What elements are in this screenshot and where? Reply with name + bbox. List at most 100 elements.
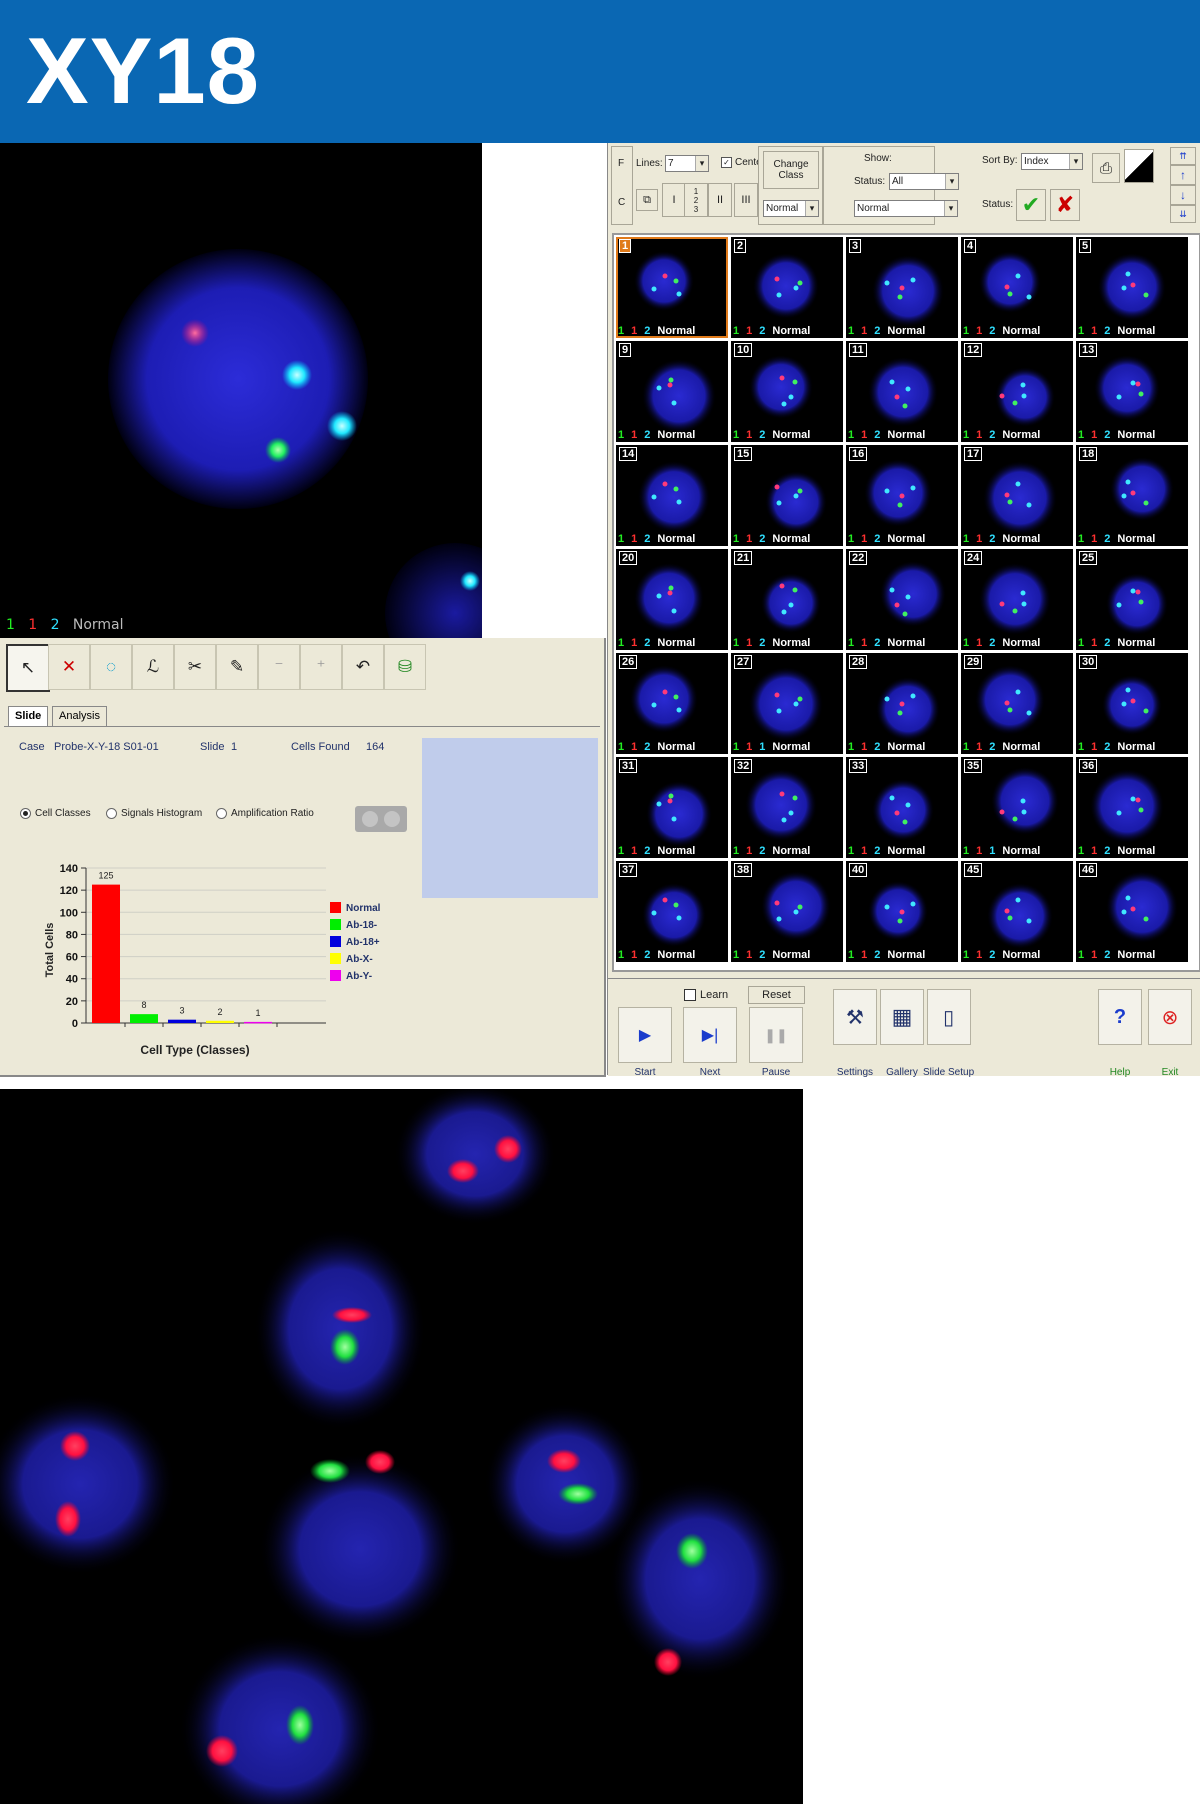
cell-status: Normal: [887, 429, 926, 441]
cell-signal-summary: 1 1 2 Normal: [848, 845, 925, 857]
cell-status: Normal: [1002, 325, 1041, 337]
layout-iii-button[interactable]: III: [734, 183, 758, 217]
settings-button[interactable]: ⚒ Settings: [833, 989, 877, 1078]
layout-123-button[interactable]: 123: [684, 183, 708, 217]
gallery-cell[interactable]: 27 1 1 1 Normal: [731, 653, 843, 754]
gallery-cell[interactable]: 3 1 1 2 Normal: [846, 237, 958, 338]
gallery-cell[interactable]: 1 1 1 2 Normal: [616, 237, 728, 338]
gallery-cell[interactable]: 15 1 1 2 Normal: [731, 445, 843, 546]
gallery-cell[interactable]: 33 1 1 2 Normal: [846, 757, 958, 858]
gallery-cell[interactable]: 11 1 1 2 Normal: [846, 341, 958, 442]
sort-by-select[interactable]: Index: [1021, 153, 1083, 170]
gallery-cell[interactable]: 18 1 1 2 Normal: [1076, 445, 1188, 546]
cell-status: Normal: [772, 845, 811, 857]
cell-status: Normal: [887, 325, 926, 337]
gallery-cell[interactable]: 28 1 1 2 Normal: [846, 653, 958, 754]
pencil-tool[interactable]: ✎: [216, 644, 258, 690]
layout-ii-button[interactable]: II: [708, 183, 732, 217]
remove-signal-tool[interactable]: ⁻: [258, 644, 300, 690]
gallery-cell[interactable]: 13 1 1 2 Normal: [1076, 341, 1188, 442]
next-button[interactable]: ▶| Next: [683, 1007, 737, 1078]
gallery-cell[interactable]: 9 1 1 2 Normal: [616, 341, 728, 442]
help-button[interactable]: ? Help: [1098, 989, 1142, 1078]
pointer-tool[interactable]: ↖: [6, 644, 50, 692]
aqua-count: 2: [644, 741, 651, 753]
cell-status: Normal: [887, 533, 926, 545]
add-signal-tool[interactable]: ⁺: [300, 644, 342, 690]
gallery-cell[interactable]: 10 1 1 2 Normal: [731, 341, 843, 442]
gallery-cell[interactable]: 38 1 1 2 Normal: [731, 861, 843, 962]
gallery-cell[interactable]: 5 1 1 2 Normal: [1076, 237, 1188, 338]
accept-button[interactable]: ✔: [1016, 189, 1046, 221]
aqua-count: 2: [759, 845, 766, 857]
start-button[interactable]: ▶ Start: [618, 1007, 672, 1078]
scroll-down-button[interactable]: ↓: [1170, 185, 1196, 205]
gallery-cell[interactable]: 22 1 1 2 Normal: [846, 549, 958, 650]
circle-tool[interactable]: ◌: [90, 644, 132, 690]
layout-i-button[interactable]: I: [662, 183, 686, 217]
stack-tool[interactable]: ⛁: [384, 644, 426, 690]
lasso-tool[interactable]: ℒ: [132, 644, 174, 690]
y-tick-label: 140: [60, 863, 78, 875]
radio-cell-classes[interactable]: Cell Classes: [20, 808, 91, 819]
red-count: 1: [861, 741, 868, 753]
cell-classes-chart: Total Cells Cell Type (Classes) 0 20 40 60 8…: [44, 863, 381, 1057]
scroll-up-button[interactable]: ↑: [1170, 165, 1196, 185]
red-count: 1: [746, 325, 753, 337]
print-button[interactable]: ⎙: [1092, 153, 1120, 183]
pencil-icon: ✎: [229, 657, 245, 676]
gallery-cell[interactable]: 36 1 1 2 Normal: [1076, 757, 1188, 858]
gallery-cell[interactable]: 45 1 1 2 Normal: [961, 861, 1073, 962]
contrast-button[interactable]: [1124, 149, 1154, 183]
chart-nav-button[interactable]: [355, 806, 407, 832]
gallery-cell[interactable]: 37 1 1 2 Normal: [616, 861, 728, 962]
y-tick-label: 80: [66, 929, 78, 941]
gallery-cell[interactable]: 25 1 1 2 Normal: [1076, 549, 1188, 650]
class-filter-select[interactable]: Normal: [854, 200, 958, 217]
gallery-cell[interactable]: 21 1 1 2 Normal: [731, 549, 843, 650]
exit-button[interactable]: ⊗ Exit: [1148, 989, 1192, 1078]
gallery-cell[interactable]: 46 1 1 2 Normal: [1076, 861, 1188, 962]
gallery-label: Gallery: [886, 1067, 918, 1078]
gallery-cell[interactable]: 24 1 1 2 Normal: [961, 549, 1073, 650]
zoom-icon: ⧉: [643, 193, 651, 206]
gallery-cell[interactable]: 35 1 1 1 Normal: [961, 757, 1073, 858]
learn-checkbox[interactable]: Learn: [684, 989, 728, 1001]
gallery-cell[interactable]: 32 1 1 2 Normal: [731, 757, 843, 858]
scroll-bottom-button[interactable]: ⇊: [1170, 205, 1196, 223]
gallery-cell[interactable]: 29 1 1 2 Normal: [961, 653, 1073, 754]
red-count: 1: [746, 845, 753, 857]
gallery-cell[interactable]: 17 1 1 2 Normal: [961, 445, 1073, 546]
gallery-button[interactable]: ▦ Gallery: [880, 989, 924, 1078]
reject-button[interactable]: ✘: [1050, 189, 1080, 221]
undo-tool[interactable]: ↶: [342, 644, 384, 690]
gallery-cell[interactable]: 2 1 1 2 Normal: [731, 237, 843, 338]
cell-signal-summary: 1 1 2 Normal: [1078, 533, 1155, 545]
cut-tool[interactable]: ✂: [174, 644, 216, 690]
zoom-button[interactable]: ⧉: [636, 189, 658, 211]
lines-select[interactable]: 7: [665, 155, 709, 172]
radio-amplification-ratio[interactable]: Amplification Ratio: [216, 808, 314, 819]
reset-button[interactable]: Reset: [748, 986, 805, 1004]
gallery-cell[interactable]: 31 1 1 2 Normal: [616, 757, 728, 858]
cell-signal-summary: 1 1 2 Normal: [733, 429, 810, 441]
gallery-cell[interactable]: 14 1 1 2 Normal: [616, 445, 728, 546]
change-class-button[interactable]: Change Class: [763, 151, 819, 189]
slide-setup-button[interactable]: ▯ Slide Setup: [923, 989, 974, 1078]
tab-slide[interactable]: Slide: [8, 706, 49, 726]
gallery-cell[interactable]: 26 1 1 2 Normal: [616, 653, 728, 754]
aqua-count: 2: [989, 637, 996, 649]
gallery-cell[interactable]: 20 1 1 2 Normal: [616, 549, 728, 650]
class-select[interactable]: Normal: [763, 200, 819, 217]
gallery-cell[interactable]: 4 1 1 2 Normal: [961, 237, 1073, 338]
tab-analysis[interactable]: Analysis: [52, 706, 107, 726]
gallery-cell[interactable]: 12 1 1 2 Normal: [961, 341, 1073, 442]
radio-signals-histogram[interactable]: Signals Histogram: [106, 808, 202, 819]
scroll-top-button[interactable]: ⇈: [1170, 147, 1196, 165]
gallery-cell[interactable]: 16 1 1 2 Normal: [846, 445, 958, 546]
gallery-cell[interactable]: 40 1 1 2 Normal: [846, 861, 958, 962]
status-filter-select[interactable]: All: [889, 173, 959, 190]
pause-button[interactable]: ❚❚ Pause: [749, 1007, 803, 1078]
gallery-cell[interactable]: 30 1 1 2 Normal: [1076, 653, 1188, 754]
delete-tool[interactable]: ✕: [48, 644, 90, 690]
